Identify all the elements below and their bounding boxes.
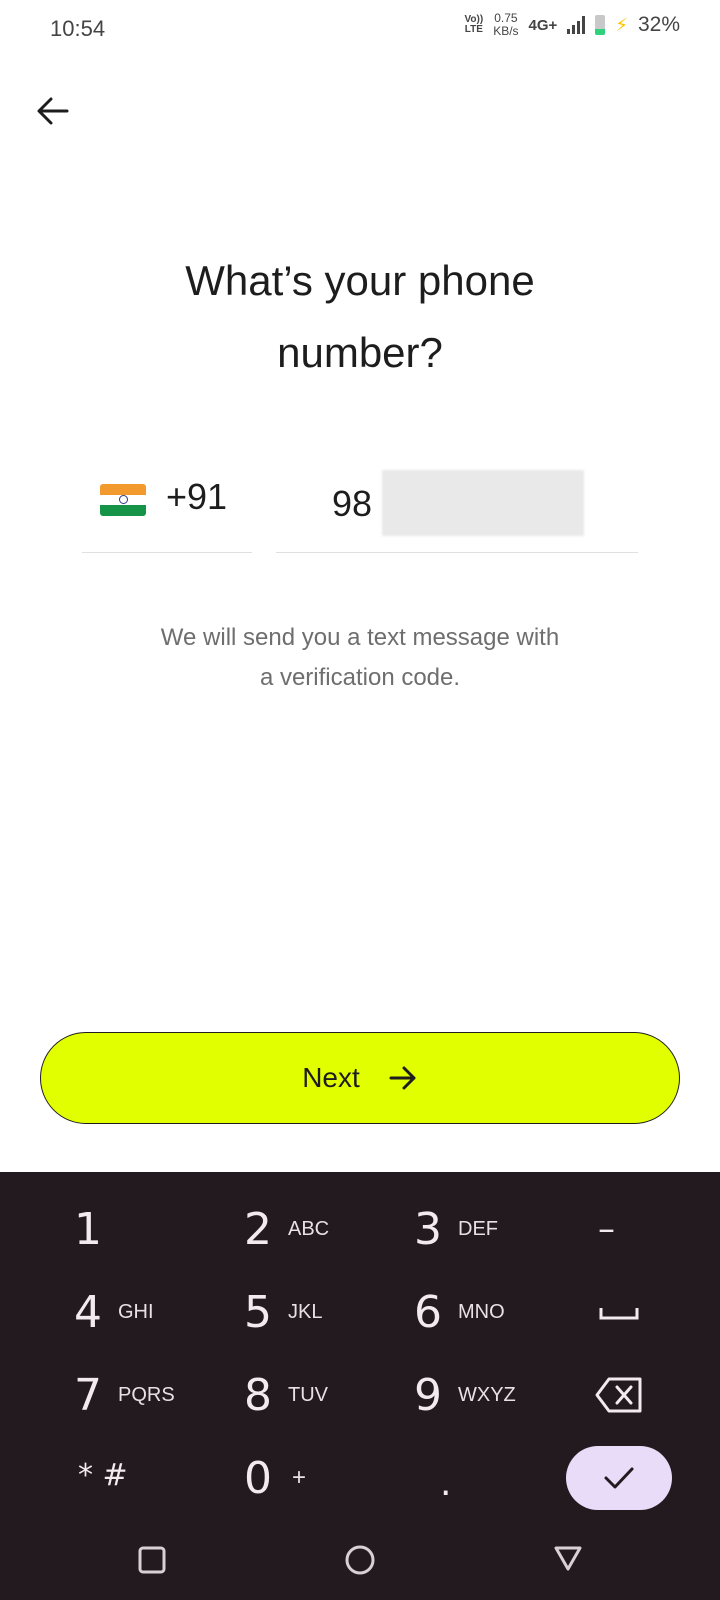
key-2[interactable]: 2 ABC (244, 1194, 329, 1264)
recents-button[interactable] (132, 1540, 172, 1580)
key-6[interactable]: 6 MNO (414, 1277, 505, 1347)
key-8[interactable]: 8 TUV (244, 1360, 328, 1430)
battery-icon (595, 15, 606, 35)
circle-icon (345, 1545, 375, 1575)
india-flag-icon (100, 484, 146, 516)
key-9[interactable]: 9 WXYZ (414, 1360, 516, 1430)
signal-icon (567, 16, 586, 34)
next-button[interactable]: Next (40, 1032, 680, 1124)
status-bar: 10:54 Vo)) LTE 0.75 KB/s 4G+ ⚡ 32% (0, 0, 720, 62)
network-speed: 0.75 KB/s (493, 11, 519, 38)
phone-number-input[interactable]: 98 (276, 470, 638, 553)
back-button[interactable] (30, 88, 76, 134)
status-icons: Vo)) LTE 0.75 KB/s 4G+ ⚡ 32% (465, 12, 681, 38)
backspace-key[interactable] (594, 1360, 644, 1430)
minus-key[interactable]: – (598, 1194, 615, 1264)
info-text: We will send you a text message with a v… (160, 624, 560, 691)
volte-indicator: Vo)) LTE (464, 14, 484, 35)
status-time: 10:54 (50, 16, 106, 41)
space-icon (599, 1308, 639, 1320)
backspace-icon (595, 1377, 642, 1413)
done-key[interactable] (566, 1446, 672, 1510)
square-icon (138, 1546, 166, 1574)
arrow-left-icon (37, 97, 69, 125)
battery-percent: 32% (637, 13, 680, 36)
key-5[interactable]: 5 JKL (244, 1277, 322, 1347)
triangle-icon (554, 1546, 582, 1571)
phone-number-value: 98 (332, 483, 373, 524)
arrow-right-icon (389, 1066, 416, 1090)
back-nav-button[interactable] (548, 1538, 588, 1578)
key-1[interactable]: 1 (74, 1194, 102, 1264)
key-7[interactable]: 7 PQRS (74, 1360, 175, 1430)
key-star-hash[interactable]: * # (78, 1440, 128, 1510)
country-code: +91 (166, 476, 228, 517)
country-code-selector[interactable]: +91 (82, 470, 252, 553)
key-0[interactable]: 0 + (244, 1443, 306, 1513)
check-icon (604, 1467, 634, 1489)
key-3[interactable]: 3 DEF (414, 1194, 498, 1264)
page-title: What’s your phone number? (185, 257, 535, 376)
next-button-label: Next (302, 1062, 360, 1093)
space-key[interactable] (598, 1277, 640, 1347)
key-4[interactable]: 4 GHI (74, 1277, 154, 1347)
charging-icon: ⚡ (615, 14, 628, 35)
network-type: 4G+ (528, 16, 558, 34)
home-button[interactable] (340, 1540, 380, 1580)
key-dot[interactable]: . (440, 1448, 451, 1518)
navigation-bar (0, 1530, 720, 1600)
redacted-number (382, 470, 584, 536)
